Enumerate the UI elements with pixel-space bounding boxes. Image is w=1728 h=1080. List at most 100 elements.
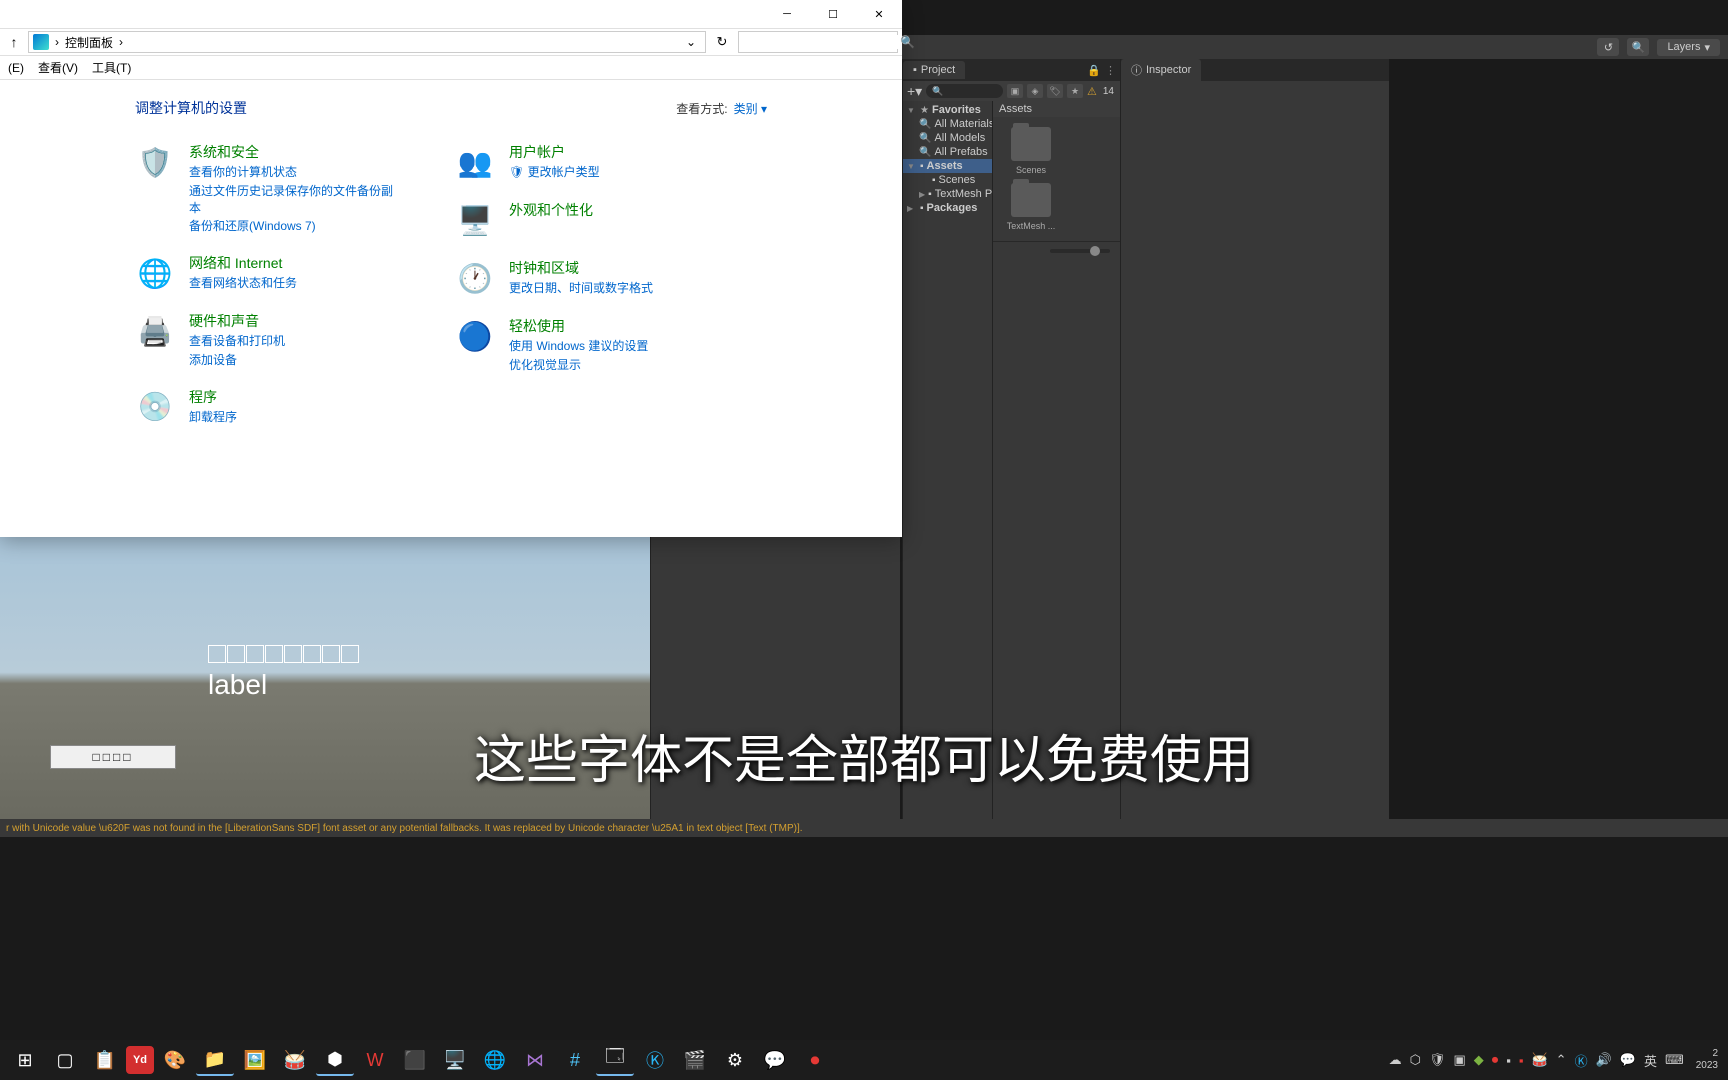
category-link[interactable]: 通过文件历史记录保存你的文件备份副本 [189, 183, 395, 217]
menu-tools[interactable]: 工具(T) [92, 59, 131, 76]
favorites-group[interactable]: ▼★Favorites [903, 103, 992, 117]
filter-type-icon[interactable]: ▣ [1007, 84, 1023, 98]
taskbar-app-youdao[interactable]: Yd [126, 1046, 154, 1074]
taskbar-app[interactable]: 🎬 [676, 1044, 714, 1076]
tray-icon[interactable]: ◆ [1474, 1052, 1484, 1068]
tray-icon[interactable]: ⏺ [1492, 1052, 1499, 1068]
menu-view[interactable]: 查看(V) [38, 59, 78, 76]
hidden-packages-icon[interactable]: ★ [1067, 84, 1083, 98]
layers-dropdown[interactable]: Layers▾ [1657, 39, 1720, 56]
undo-history-icon[interactable]: ↺ [1597, 38, 1619, 56]
search-icon[interactable]: 🔍 [900, 35, 915, 49]
category-title[interactable]: 轻松使用 [509, 316, 648, 336]
category-link[interactable]: 🛡 更改帐户类型 [509, 164, 600, 181]
taskbar-app-vs[interactable]: ⋈ [516, 1044, 554, 1076]
project-tab[interactable]: ▪Project [903, 61, 965, 79]
menu-icon[interactable]: ⋮ [1105, 64, 1116, 77]
maximize-button[interactable]: ☐ [810, 0, 856, 28]
warning-icon[interactable]: ⚠ [1087, 85, 1097, 98]
tray-icon[interactable]: ▪ [1519, 1053, 1524, 1068]
ime-icon[interactable]: ⌨ [1665, 1052, 1684, 1068]
tree-item[interactable]: ▪Scenes [903, 173, 992, 187]
category-title[interactable]: 硬件和声音 [189, 311, 285, 331]
thumbnail-size-slider[interactable] [1050, 249, 1110, 253]
tree-item[interactable]: 🔍All Materials [903, 117, 992, 131]
task-view-button[interactable]: ▢ [46, 1044, 84, 1076]
category-title[interactable]: 时钟和区域 [509, 258, 653, 278]
clock[interactable]: 2 2023 [1692, 1048, 1722, 1072]
category-link[interactable]: 查看网络状态和任务 [189, 275, 297, 292]
breadcrumb-item[interactable]: 控制面板 [65, 34, 113, 51]
close-button[interactable]: ✕ [856, 0, 902, 28]
search-box[interactable]: 🔍 [738, 31, 898, 53]
window-titlebar[interactable]: ─ ☐ ✕ [0, 0, 902, 28]
taskbar-app-wps[interactable]: W [356, 1044, 394, 1076]
search-icon[interactable]: 🔍 [1627, 38, 1649, 56]
folder-asset[interactable]: Scenes [1003, 127, 1059, 175]
taskbar-app[interactable]: ⚙ [716, 1044, 754, 1076]
category-title[interactable]: 系统和安全 [189, 142, 395, 162]
taskbar-app-epic[interactable]: ⬛ [396, 1044, 434, 1076]
category-link[interactable]: 查看你的计算机状态 [189, 164, 395, 181]
volume-icon[interactable]: 🔊 [1596, 1052, 1612, 1068]
category-title[interactable]: 外观和个性化 [509, 200, 593, 220]
taskbar-app-edge[interactable]: 🌐 [476, 1044, 514, 1076]
taskbar-app[interactable]: 🖥️ [436, 1044, 474, 1076]
taskbar-app[interactable]: # [556, 1044, 594, 1076]
tray-icon[interactable]: ▪ [1506, 1053, 1511, 1068]
filter-label-icon[interactable]: ◈ [1027, 84, 1043, 98]
category-link[interactable]: 卸载程序 [189, 409, 237, 426]
ime-indicator[interactable]: 英 [1644, 1051, 1657, 1070]
taskbar-app-record[interactable]: ⏺ [796, 1044, 834, 1076]
tree-item[interactable]: ▶▪TextMesh P [903, 187, 992, 201]
tray-icon[interactable]: 🥁 [1531, 1052, 1547, 1068]
assets-group[interactable]: ▼▪Assets [903, 159, 992, 173]
category-title[interactable]: 程序 [189, 387, 237, 407]
folder-asset[interactable]: TextMesh ... [1003, 183, 1059, 231]
taskbar-app[interactable]: 🥁 [276, 1044, 314, 1076]
unity-panels: ▪Project 🔒 ⋮ +▾ 🔍 ▣ ◈ 🏷 ★ ⚠ 14 ▼★Favorit… [902, 59, 1389, 819]
breadcrumb[interactable]: › 控制面板 › ⌄ [28, 31, 706, 53]
category-link[interactable]: 添加设备 [189, 352, 285, 369]
taskbar-app-wechat[interactable]: 💬 [756, 1044, 794, 1076]
taskbar-app-unity[interactable]: ⬢ [316, 1044, 354, 1076]
packages-group[interactable]: ▶▪Packages [903, 201, 992, 215]
tray-icon[interactable]: 💬 [1620, 1052, 1636, 1068]
add-asset-button[interactable]: +▾ [907, 83, 922, 100]
taskbar-app-explorer[interactable]: 📁 [196, 1044, 234, 1076]
nav-up-button[interactable]: ↑ [4, 34, 24, 50]
refresh-button[interactable]: ↻ [710, 34, 734, 50]
tree-item[interactable]: 🔍All Models [903, 131, 992, 145]
tray-icon[interactable]: Ⓚ [1575, 1051, 1588, 1070]
start-button[interactable]: ⊞ [6, 1044, 44, 1076]
category-link[interactable]: 更改日期、时间或数字格式 [509, 280, 653, 297]
tray-icon[interactable]: 🛡 [1429, 1052, 1446, 1068]
tray-icon[interactable]: ☁ [1389, 1052, 1402, 1068]
view-by-dropdown[interactable]: 类别 ▾ [734, 100, 767, 117]
chevron-down-icon[interactable]: ⌄ [681, 35, 701, 49]
game-button[interactable]: □□□□ [50, 745, 176, 769]
taskbar-app-kugou[interactable]: Ⓚ [636, 1044, 674, 1076]
taskbar-app[interactable]: 📋 [86, 1044, 124, 1076]
menu-edit[interactable]: (E) [8, 61, 24, 75]
tray-icon[interactable]: ▣ [1453, 1052, 1465, 1068]
save-search-icon[interactable]: 🏷 [1047, 84, 1063, 98]
lock-icon[interactable]: 🔒 [1087, 64, 1101, 77]
category-link[interactable]: 查看设备和打印机 [189, 333, 285, 350]
project-search[interactable]: 🔍 [926, 84, 1003, 98]
console-status-bar[interactable]: r with Unicode value \u620F was not foun… [0, 819, 1728, 837]
category-title[interactable]: 用户帐户 [509, 142, 600, 162]
minimize-button[interactable]: ─ [764, 0, 810, 28]
category-link[interactable]: 备份和还原(Windows 7) [189, 218, 395, 235]
category-link[interactable]: 使用 Windows 建议的设置 [509, 338, 648, 355]
category-title[interactable]: 网络和 Internet [189, 253, 297, 273]
taskbar-app[interactable]: 🗔 [596, 1044, 634, 1076]
tree-item[interactable]: 🔍All Prefabs [903, 145, 992, 159]
tray-icon[interactable]: ⬡ [1410, 1052, 1421, 1068]
tray-chevron-up-icon[interactable]: ⌃ [1556, 1052, 1567, 1068]
search-input[interactable] [745, 35, 900, 49]
inspector-tab[interactable]: ⓘInspector [1121, 59, 1201, 81]
taskbar-app[interactable]: 🎨 [156, 1044, 194, 1076]
taskbar-app[interactable]: 🖼️ [236, 1044, 274, 1076]
category-link[interactable]: 优化视觉显示 [509, 357, 648, 374]
